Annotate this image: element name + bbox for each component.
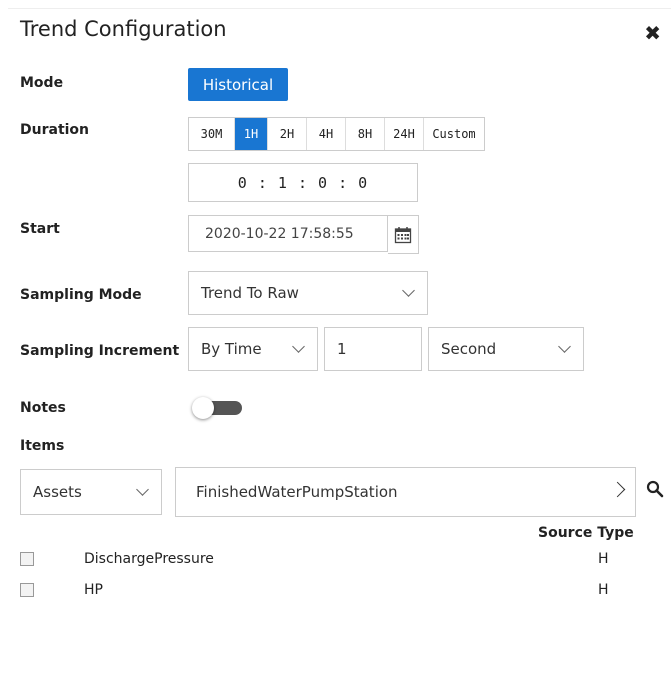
sampling-mode-value: Trend To Raw xyxy=(201,284,299,302)
notes-toggle[interactable] xyxy=(192,397,242,419)
duration-4h-button[interactable]: 4H xyxy=(307,118,346,150)
duration-1h-button[interactable]: 1H xyxy=(235,118,268,150)
duration-2h-button[interactable]: 2H xyxy=(268,118,307,150)
item-name: DischargePressure xyxy=(84,551,214,567)
item-name: HP xyxy=(84,582,103,598)
toggle-knob xyxy=(192,397,214,419)
item-source-type: H xyxy=(598,582,609,598)
chevron-down-icon xyxy=(136,483,149,496)
chevron-right-icon[interactable] xyxy=(609,481,626,498)
list-item: DischargePressure H xyxy=(20,549,640,571)
sampling-increment-unit-value: Second xyxy=(441,340,497,358)
start-datetime-input[interactable]: 2020-10-22 17:58:55 xyxy=(188,215,388,252)
calendar-icon[interactable] xyxy=(388,215,419,254)
duration-8h-button[interactable]: 8H xyxy=(346,118,385,150)
item-checkbox[interactable] xyxy=(20,552,34,566)
close-icon[interactable]: ✖ xyxy=(644,21,661,45)
sampling-increment-amount-input[interactable]: 1 xyxy=(324,327,422,371)
sampling-increment-type-value: By Time xyxy=(201,340,262,358)
source-type-header: Source Type xyxy=(538,525,634,541)
list-item: HP H xyxy=(20,580,640,602)
duration-custom-button[interactable]: Custom xyxy=(424,118,484,150)
sampling-increment-type-select[interactable]: By Time xyxy=(188,327,318,371)
trend-configuration-panel: Trend Configuration ✖ Mode Historical Du… xyxy=(8,8,671,682)
item-source-type: H xyxy=(598,551,609,567)
start-label: Start xyxy=(20,221,60,237)
items-path-input[interactable]: FinishedWaterPumpStation xyxy=(175,467,636,517)
sampling-mode-select[interactable]: Trend To Raw xyxy=(188,271,428,315)
notes-label: Notes xyxy=(20,400,66,416)
items-label: Items xyxy=(20,438,65,454)
mode-historical-button[interactable]: Historical xyxy=(188,68,288,101)
search-icon[interactable] xyxy=(646,480,664,502)
items-category-value: Assets xyxy=(33,483,82,501)
sampling-increment-label: Sampling Increment xyxy=(20,343,180,359)
duration-label: Duration xyxy=(20,122,90,138)
duration-30m-button[interactable]: 30M xyxy=(189,118,235,150)
mode-label: Mode xyxy=(20,75,64,91)
panel-title: Trend Configuration xyxy=(20,17,227,41)
duration-time-input[interactable]: 0 : 1 : 0 : 0 xyxy=(188,163,418,202)
sampling-mode-label: Sampling Mode xyxy=(20,287,142,303)
item-checkbox[interactable] xyxy=(20,583,34,597)
sampling-increment-unit-select[interactable]: Second xyxy=(428,327,584,371)
items-path-value: FinishedWaterPumpStation xyxy=(196,483,398,501)
items-category-select[interactable]: Assets xyxy=(20,469,162,515)
chevron-down-icon xyxy=(402,284,415,297)
chevron-down-icon xyxy=(558,340,571,353)
duration-24h-button[interactable]: 24H xyxy=(385,118,424,150)
duration-button-group: 30M 1H 2H 4H 8H 24H Custom xyxy=(188,117,485,151)
chevron-down-icon xyxy=(292,340,305,353)
